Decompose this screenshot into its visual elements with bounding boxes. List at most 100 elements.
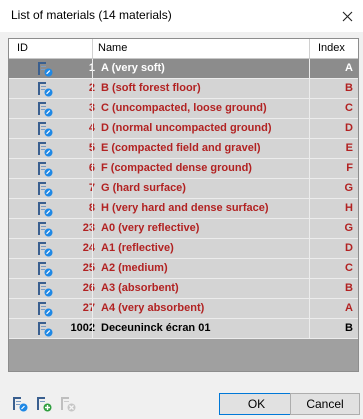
table-body: 1A (very soft)A2B (soft forest floor)B3C… bbox=[9, 59, 358, 339]
delete-material-icon bbox=[61, 397, 76, 412]
material-icon bbox=[37, 61, 53, 77]
table-row[interactable]: 1002 Deceuninck écran 01 B bbox=[9, 319, 358, 339]
cell-separator bbox=[309, 239, 310, 258]
material-icon bbox=[37, 261, 53, 277]
edit-material-button[interactable] bbox=[12, 396, 28, 412]
cell-separator bbox=[309, 79, 310, 98]
material-icon bbox=[37, 241, 53, 257]
delete-material-button[interactable] bbox=[60, 396, 76, 412]
table-row[interactable]: 26 A3 (absorbent) B bbox=[9, 279, 358, 299]
window-title: List of materials (14 materials) bbox=[11, 8, 172, 22]
cell-separator bbox=[92, 99, 93, 118]
material-id: 4 bbox=[53, 119, 95, 138]
cell-separator bbox=[92, 119, 93, 138]
table-row[interactable]: 27 A4 (very absorbent) A bbox=[9, 299, 358, 319]
row-header[interactable] bbox=[9, 299, 31, 318]
column-header-id[interactable]: ID bbox=[17, 39, 28, 58]
row-header[interactable] bbox=[9, 259, 31, 278]
cell-separator bbox=[92, 319, 93, 338]
cell-separator bbox=[92, 79, 93, 98]
column-header-index[interactable]: Index bbox=[318, 39, 345, 58]
material-id: 7 bbox=[53, 179, 95, 198]
table-row[interactable]: 4 D (normal uncompacted ground) D bbox=[9, 119, 358, 139]
table-row[interactable]: 7 G (hard surface) G bbox=[9, 179, 358, 199]
cell-separator bbox=[309, 139, 310, 158]
material-id: 8 bbox=[53, 199, 95, 218]
material-index: E bbox=[345, 142, 353, 154]
table-row[interactable]: 8 H (very hard and dense surface) H bbox=[9, 199, 358, 219]
table-row[interactable]: 1 A (very soft) A bbox=[9, 59, 358, 79]
material-icon bbox=[37, 221, 53, 237]
material-name: C (uncompacted, loose ground) bbox=[101, 102, 267, 114]
material-index: C bbox=[345, 262, 353, 274]
row-header[interactable] bbox=[9, 139, 31, 158]
material-icon bbox=[37, 161, 53, 177]
material-icon bbox=[37, 81, 53, 97]
material-icon bbox=[37, 321, 53, 337]
material-icon bbox=[37, 301, 53, 317]
add-material-icon bbox=[37, 397, 52, 412]
row-header[interactable] bbox=[9, 199, 31, 218]
material-id: 27 bbox=[82, 302, 95, 314]
ok-button[interactable]: OK bbox=[219, 393, 294, 415]
material-name: A4 (very absorbent) bbox=[101, 302, 205, 314]
table-row[interactable]: 6 F (compacted dense ground) F bbox=[9, 159, 358, 179]
material-icon bbox=[37, 181, 53, 197]
column-header-name[interactable]: Name bbox=[98, 39, 127, 58]
cell-separator bbox=[309, 59, 310, 78]
material-id: 2 bbox=[53, 79, 95, 98]
cell-separator bbox=[92, 299, 93, 318]
material-index: A bbox=[345, 62, 353, 74]
cell-separator bbox=[309, 219, 310, 238]
table-row[interactable]: 23 A0 (very reflective) G bbox=[9, 219, 358, 239]
close-button[interactable] bbox=[331, 0, 363, 32]
row-header[interactable] bbox=[9, 159, 31, 178]
cancel-button[interactable]: Cancel bbox=[290, 393, 360, 415]
material-name: A3 (absorbent) bbox=[101, 282, 179, 294]
add-material-button[interactable] bbox=[36, 396, 52, 412]
material-index: B bbox=[345, 322, 353, 334]
cell-separator bbox=[309, 119, 310, 138]
row-header[interactable] bbox=[9, 99, 31, 118]
row-header[interactable] bbox=[9, 119, 31, 138]
cell-separator bbox=[92, 59, 93, 78]
material-name: H (very hard and dense surface) bbox=[101, 202, 269, 214]
table-row[interactable]: 25 A2 (medium) C bbox=[9, 259, 358, 279]
row-header[interactable] bbox=[9, 279, 31, 298]
material-id: 5 bbox=[53, 139, 95, 158]
row-header[interactable] bbox=[9, 239, 31, 258]
material-name: A0 (very reflective) bbox=[101, 222, 200, 234]
cell-separator bbox=[309, 179, 310, 198]
table-row[interactable]: 24 A1 (reflective) D bbox=[9, 239, 358, 259]
material-id: 26 bbox=[82, 282, 95, 294]
table-row[interactable]: 2 B (soft forest floor) B bbox=[9, 79, 358, 99]
cell-separator bbox=[92, 239, 93, 258]
column-separator[interactable] bbox=[92, 39, 93, 58]
row-header[interactable] bbox=[9, 59, 31, 78]
material-index: B bbox=[345, 82, 353, 94]
row-header[interactable] bbox=[9, 179, 31, 198]
table-row[interactable]: 5 E (compacted field and gravel) E bbox=[9, 139, 358, 159]
cell-separator bbox=[92, 279, 93, 298]
cell-separator bbox=[92, 219, 93, 238]
material-index: C bbox=[345, 102, 353, 114]
material-id: 1 bbox=[53, 59, 95, 78]
material-icon bbox=[37, 101, 53, 117]
title-bar: List of materials (14 materials) bbox=[0, 0, 363, 32]
material-index: G bbox=[344, 182, 353, 194]
material-name: A2 (medium) bbox=[101, 262, 168, 274]
material-name: E (compacted field and gravel) bbox=[101, 142, 261, 154]
material-index: F bbox=[346, 162, 353, 174]
materials-table[interactable]: ID Name Index 1 A (very soft) A 2 B (soft fo… bbox=[8, 38, 359, 372]
material-icon bbox=[37, 281, 53, 297]
cell-separator bbox=[309, 259, 310, 278]
row-header[interactable] bbox=[9, 319, 31, 338]
table-row[interactable]: 3 C (uncompacted, loose ground) C bbox=[9, 99, 358, 119]
material-icon bbox=[37, 141, 53, 157]
row-header[interactable] bbox=[9, 219, 31, 238]
material-index: G bbox=[344, 222, 353, 234]
material-name: Deceuninck écran 01 bbox=[101, 322, 211, 334]
column-separator[interactable] bbox=[309, 39, 310, 58]
cell-separator bbox=[92, 139, 93, 158]
row-header[interactable] bbox=[9, 79, 31, 98]
